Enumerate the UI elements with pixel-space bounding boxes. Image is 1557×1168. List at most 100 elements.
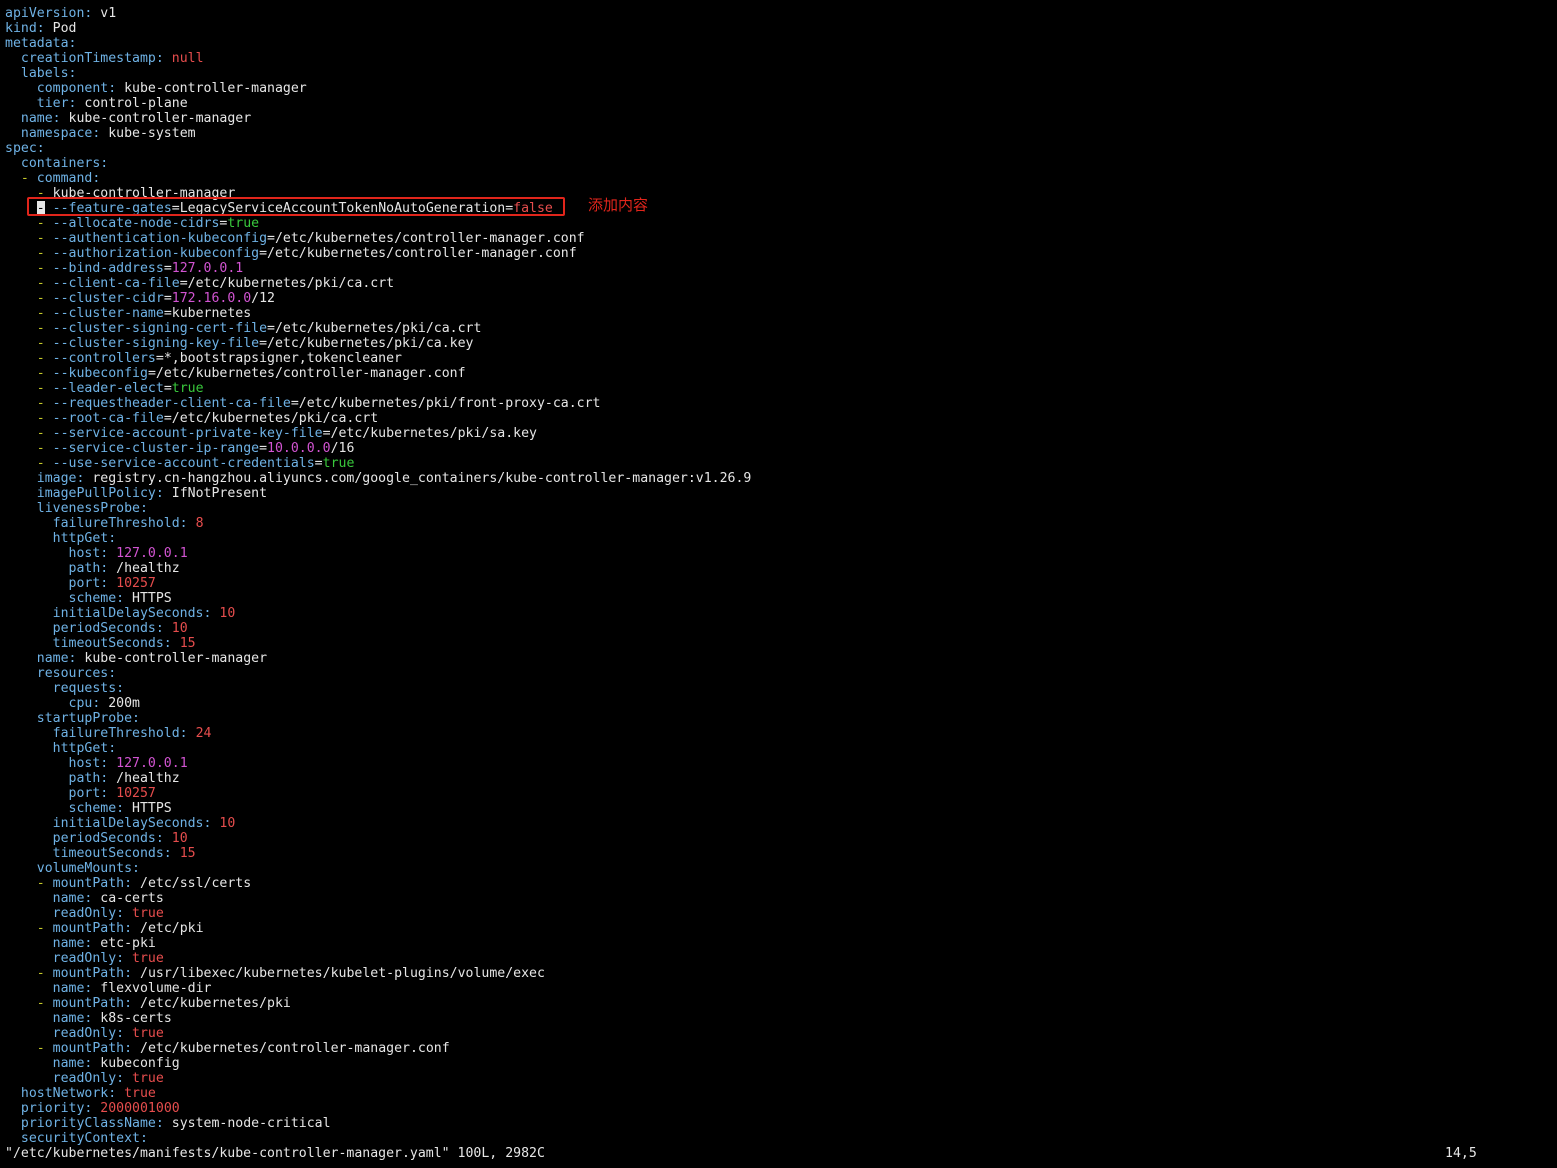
code-token: name bbox=[5, 651, 69, 666]
code-line: readOnly: true bbox=[5, 951, 164, 966]
code-token: null bbox=[171, 51, 204, 66]
code-token: 2000001000 bbox=[100, 1101, 180, 1116]
code-token: - bbox=[36, 276, 53, 291]
code-token: =/etc/kubernetes/pki/front-proxy-ca.crt bbox=[290, 396, 601, 411]
code-token: : bbox=[179, 516, 196, 531]
code-token: failureThreshold bbox=[5, 516, 180, 531]
code-line: readOnly: true bbox=[5, 1071, 164, 1086]
code-line: - mountPath: /usr/libexec/kubernetes/kub… bbox=[5, 966, 545, 981]
code-token: - bbox=[36, 411, 53, 426]
code-line: - --bind-address=127.0.0.1 bbox=[5, 261, 243, 276]
code-token: : bbox=[124, 921, 141, 936]
code-token: /healthz bbox=[116, 771, 180, 786]
code-token: : bbox=[116, 1026, 133, 1041]
code-token: initialDelaySeconds bbox=[5, 606, 204, 621]
code-token: - bbox=[36, 426, 53, 441]
code-token: =/etc/kubernetes/controller-manager.conf bbox=[147, 366, 466, 381]
code-token: - bbox=[36, 996, 53, 1011]
code-token: 10257 bbox=[116, 576, 156, 591]
code-line: httpGet: bbox=[5, 531, 117, 546]
code-line: - mountPath: /etc/kubernetes/pki bbox=[5, 996, 291, 1011]
code-token: : bbox=[84, 6, 101, 21]
code-token: 127.0.0.1 bbox=[116, 546, 188, 561]
code-token: --cluster-cidr bbox=[52, 291, 164, 306]
code-line: priority: 2000001000 bbox=[5, 1101, 180, 1116]
code-token: =/etc/kubernetes/pki/ca.crt bbox=[163, 411, 379, 426]
code-token: --root-ca-file bbox=[52, 411, 164, 426]
code-token: system-node-critical bbox=[171, 1116, 331, 1131]
code-line: initialDelaySeconds: 10 bbox=[5, 816, 236, 831]
code-token: namespace bbox=[5, 126, 93, 141]
code-token: 10.0.0.0 bbox=[267, 441, 331, 456]
code-line: volumeMounts: bbox=[5, 861, 140, 876]
annotation-label: 添加内容 bbox=[588, 196, 649, 214]
code-token: : bbox=[155, 51, 172, 66]
code-token: kube-controller-manager bbox=[84, 651, 268, 666]
code-line: host: 127.0.0.1 bbox=[5, 756, 188, 771]
code-token: =/etc/kubernetes/pki/sa.key bbox=[322, 426, 537, 441]
code-line: imagePullPolicy: IfNotPresent bbox=[5, 486, 267, 501]
code-token: component bbox=[5, 81, 109, 96]
code-token: cpu bbox=[5, 696, 93, 711]
code-token: 15 bbox=[179, 636, 196, 651]
code-token: --use-service-account-credentials bbox=[52, 456, 315, 471]
code-line: - --requestheader-client-ca-file=/etc/ku… bbox=[5, 396, 601, 411]
code-token: true bbox=[227, 216, 260, 231]
code-line: name: kubeconfig bbox=[5, 1056, 180, 1071]
code-token: : bbox=[155, 621, 172, 636]
code-token: : bbox=[100, 756, 117, 771]
code-token: : bbox=[124, 1041, 141, 1056]
code-line: periodSeconds: 10 bbox=[5, 621, 188, 636]
highlight-box bbox=[27, 197, 565, 216]
code-line: cpu: 200m bbox=[5, 696, 140, 711]
code-token: true bbox=[132, 1026, 164, 1041]
code-token: host bbox=[5, 546, 101, 561]
code-token: 10257 bbox=[116, 786, 156, 801]
code-line: containers: bbox=[5, 156, 108, 171]
code-token: /etc/kubernetes/pki bbox=[140, 996, 291, 1011]
code-token: IfNotPresent bbox=[171, 486, 268, 501]
code-token: true bbox=[132, 1071, 164, 1086]
code-token: : bbox=[100, 771, 117, 786]
code-token: /etc/kubernetes/controller-manager.conf bbox=[140, 1041, 450, 1056]
code-line: - --cluster-cidr=172.16.0.0/12 bbox=[5, 291, 275, 306]
code-token: name bbox=[5, 891, 85, 906]
code-token: priorityClassName bbox=[5, 1116, 156, 1131]
code-line: - --service-cluster-ip-range=10.0.0.0/16 bbox=[5, 441, 355, 456]
code-token: : bbox=[76, 471, 93, 486]
code-token: periodSeconds bbox=[5, 621, 156, 636]
code-token: port bbox=[5, 786, 101, 801]
code-token: --cluster-signing-cert-file bbox=[52, 321, 268, 336]
code-token: - bbox=[36, 921, 53, 936]
code-token: : bbox=[155, 831, 172, 846]
code-token: mountPath bbox=[52, 966, 125, 981]
code-token: kube-controller-manager bbox=[68, 111, 252, 126]
code-line: priorityClassName: system-node-critical bbox=[5, 1116, 331, 1131]
code-line: - --authentication-kubeconfig=/etc/kuber… bbox=[5, 231, 585, 246]
code-token: : bbox=[68, 96, 85, 111]
code-line: - mountPath: /etc/pki bbox=[5, 921, 204, 936]
code-token: 10 bbox=[219, 606, 236, 621]
code-line: name: kube-controller-manager bbox=[5, 651, 267, 666]
code-token: : bbox=[108, 81, 125, 96]
code-line: - --leader-elect=true bbox=[5, 381, 204, 396]
cursor-position: 14,5 bbox=[1445, 1146, 1477, 1161]
code-line: startupProbe: bbox=[5, 711, 140, 726]
code-token: : bbox=[68, 651, 85, 666]
code-token: : bbox=[92, 696, 109, 711]
code-token: : bbox=[100, 786, 117, 801]
code-token: ca-certs bbox=[100, 891, 164, 906]
code-token: - bbox=[36, 351, 53, 366]
code-line: hostNetwork: true bbox=[5, 1086, 156, 1101]
code-token: - bbox=[36, 396, 53, 411]
code-line: name: k8s-certs bbox=[5, 1011, 172, 1026]
code-token: : bbox=[124, 966, 141, 981]
code-token: : bbox=[124, 996, 141, 1011]
code-token: = bbox=[163, 381, 172, 396]
